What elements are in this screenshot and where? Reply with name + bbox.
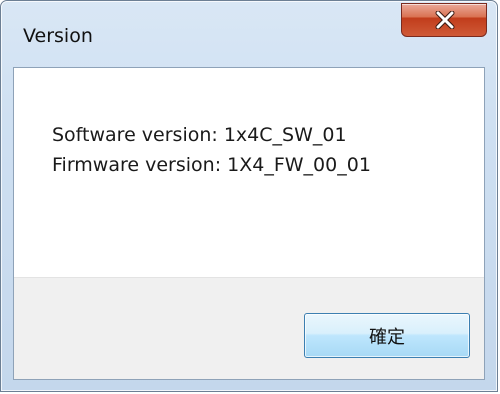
dialog-client-area: Software version: 1x4C_SW_01 Firmware ve… <box>13 67 485 380</box>
version-info-panel: Software version: 1x4C_SW_01 Firmware ve… <box>14 68 484 277</box>
version-dialog: Version Software version: 1x4C_SW_01 Fir… <box>0 0 498 392</box>
ok-button[interactable]: 確定 <box>304 313 470 358</box>
close-x-icon <box>435 11 455 29</box>
close-button[interactable] <box>401 3 487 37</box>
title-bar[interactable]: Version <box>1 1 497 67</box>
firmware-version-text: Firmware version: 1X4_FW_00_01 <box>52 154 371 176</box>
software-version-text: Software version: 1x4C_SW_01 <box>52 124 347 146</box>
window-title: Version <box>23 25 93 47</box>
dialog-footer: 確定 <box>14 277 484 379</box>
